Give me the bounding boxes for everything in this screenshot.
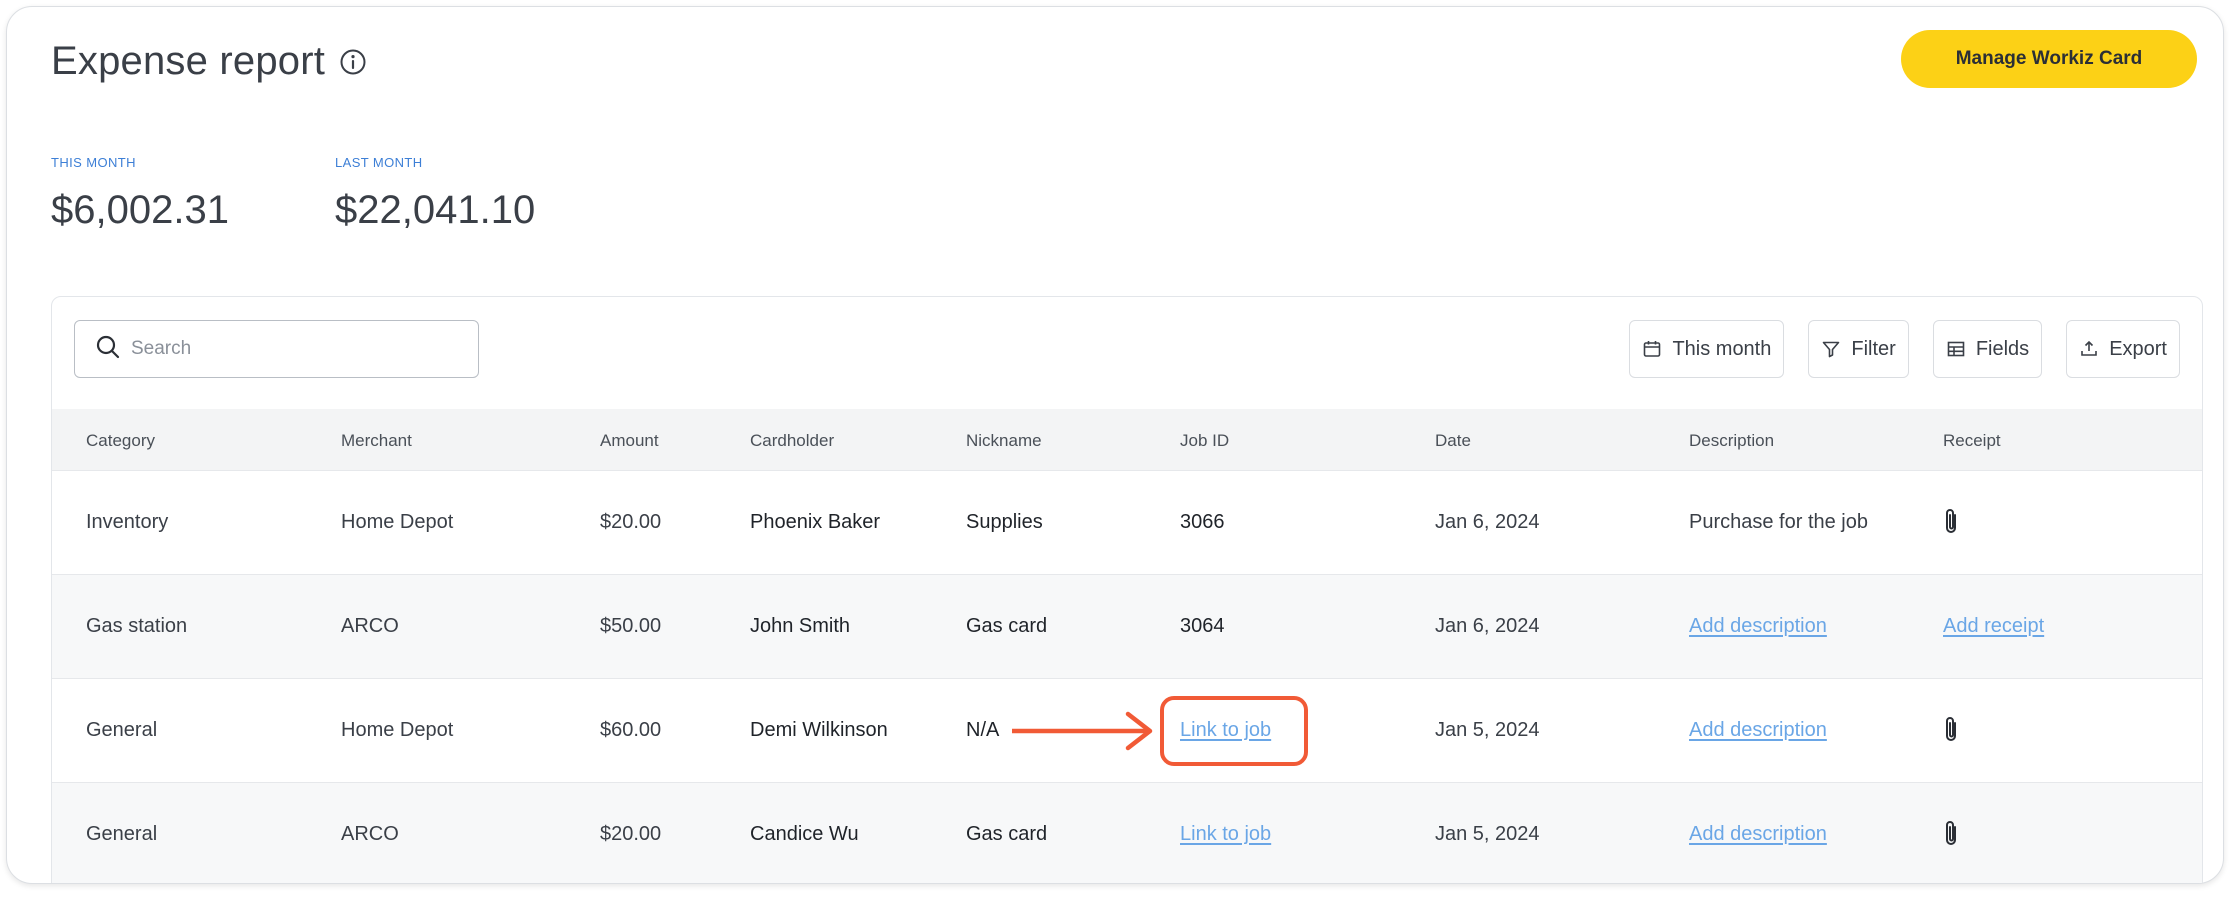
link-to-job-link[interactable]: Link to job	[1180, 823, 1271, 846]
stat-this-month: THIS MONTH $6,002.31	[51, 155, 229, 233]
cell-description: Purchase for the job	[1689, 511, 1868, 533]
cell-amount: $20.00	[600, 823, 662, 845]
fields-label: Fields	[1975, 337, 2030, 360]
search-box[interactable]	[74, 320, 479, 378]
annotation-highlight-box	[1160, 696, 1308, 766]
add-receipt-link[interactable]: Add receipt	[1943, 615, 2044, 638]
annotation-arrow-icon	[1012, 711, 1153, 751]
cell-merchant: Home Depot	[341, 719, 454, 741]
table-row[interactable]: Inventory Home Depot $20.00 Phoenix Bake…	[52, 471, 2202, 575]
manage-workiz-card-button[interactable]: Manage Workiz Card	[1901, 30, 2197, 88]
cell-date: Jan 6, 2024	[1435, 615, 1540, 637]
paperclip-icon[interactable]	[1943, 819, 1961, 849]
filter-label: Filter	[1851, 337, 1896, 360]
filter-button[interactable]: Filter	[1808, 320, 1909, 378]
stat-value: $6,002.31	[51, 188, 229, 232]
cell-nickname: Supplies	[966, 511, 1043, 533]
cell-category: General	[86, 719, 158, 741]
column-header-cardholder[interactable]: Cardholder	[750, 431, 834, 451]
cell-merchant: Home Depot	[341, 511, 454, 533]
cell-amount: $20.00	[600, 511, 662, 533]
cell-nickname: Gas card	[966, 823, 1048, 845]
cell-merchant: ARCO	[341, 823, 399, 845]
cell-nickname: Gas card	[966, 615, 1048, 637]
column-header-receipt[interactable]: Receipt	[1943, 431, 2001, 451]
cell-date: Jan 5, 2024	[1435, 823, 1540, 845]
search-icon	[95, 334, 121, 365]
table-toolbar: This month Filter Fields Export	[1629, 320, 2180, 378]
funnel-icon	[1821, 339, 1841, 359]
page-title: Expense report	[51, 39, 326, 83]
date-range-label: This month	[1672, 337, 1772, 360]
date-range-button[interactable]: This month	[1629, 320, 1785, 378]
add-description-link[interactable]: Add description	[1689, 823, 1827, 846]
info-icon[interactable]	[339, 48, 367, 76]
expenses-table-panel: This month Filter Fields Export	[51, 296, 2203, 883]
export-button[interactable]: Export	[2066, 320, 2180, 378]
export-label: Export	[2109, 337, 2167, 360]
stat-value: $22,041.10	[335, 188, 536, 232]
add-description-link[interactable]: Add description	[1689, 615, 1827, 638]
stat-last-month: LAST MONTH $22,041.10	[335, 155, 535, 233]
paperclip-icon[interactable]	[1943, 507, 1961, 537]
cell-amount: $60.00	[600, 719, 662, 741]
table-header: Category Merchant Amount Cardholder Nick…	[52, 409, 2202, 471]
stat-label: LAST MONTH	[335, 155, 423, 170]
cell-cardholder: Demi Wilkinson	[750, 719, 888, 741]
column-header-job-id[interactable]: Job ID	[1180, 431, 1229, 451]
cell-cardholder: John Smith	[750, 615, 851, 637]
fields-button[interactable]: Fields	[1932, 320, 2043, 378]
title-row: Expense report	[51, 39, 367, 84]
cell-category: Inventory	[86, 511, 169, 533]
cell-job-id[interactable]: 3066	[1180, 511, 1225, 534]
cell-job-id[interactable]: 3064	[1180, 615, 1225, 638]
cell-cardholder: Phoenix Baker	[750, 511, 881, 533]
add-description-link[interactable]: Add description	[1689, 719, 1827, 742]
cell-cardholder: Candice Wu	[750, 823, 859, 845]
upload-icon	[2079, 339, 2099, 359]
column-header-date[interactable]: Date	[1435, 431, 1471, 451]
column-header-description[interactable]: Description	[1689, 431, 1774, 451]
table-row[interactable]: General ARCO $20.00 Candice Wu Gas card …	[52, 783, 2202, 883]
expense-report-card: Expense report Manage Workiz Card THIS M…	[6, 6, 2224, 884]
cell-merchant: ARCO	[341, 615, 399, 637]
paperclip-icon[interactable]	[1943, 715, 1961, 745]
table-row[interactable]: Gas station ARCO $50.00 John Smith Gas c…	[52, 575, 2202, 679]
cell-date: Jan 6, 2024	[1435, 511, 1540, 533]
table-grid-icon	[1946, 339, 1966, 359]
column-header-merchant[interactable]: Merchant	[341, 431, 412, 451]
cell-category: General	[86, 823, 158, 845]
stat-label: THIS MONTH	[51, 155, 136, 170]
search-input[interactable]	[131, 338, 461, 360]
cell-category: Gas station	[86, 615, 188, 637]
cell-amount: $50.00	[600, 615, 662, 637]
cell-nickname: N/A	[966, 719, 1000, 741]
column-header-nickname[interactable]: Nickname	[966, 431, 1042, 451]
column-header-category[interactable]: Category	[86, 431, 155, 451]
calendar-icon	[1642, 339, 1662, 359]
cell-date: Jan 5, 2024	[1435, 719, 1540, 741]
column-header-amount[interactable]: Amount	[600, 431, 659, 451]
